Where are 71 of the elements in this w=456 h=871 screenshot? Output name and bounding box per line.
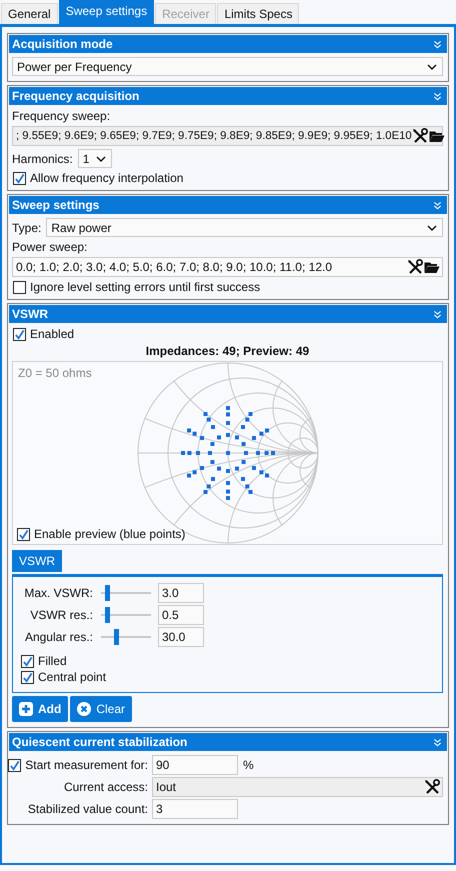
caret-icon <box>427 64 437 70</box>
tab[interactable]: VSWR <box>12 550 62 572</box>
folder-icon[interactable] <box>428 130 445 142</box>
section-title: Frequency acquisition <box>12 89 140 103</box>
tools-icon[interactable] <box>424 779 440 795</box>
dropdown[interactable]: 1 <box>78 149 112 168</box>
input-field[interactable]: 0.0; 1.0; 2.0; 3.0; 4.0; 5.0; 6.0; 7.0; 8.0; 9.0; 10.0; 11.0; 12.0 <box>12 257 443 277</box>
section-header[interactable]: VSWR <box>9 305 447 323</box>
dropdown[interactable]: Power per Frequency <box>12 57 443 76</box>
checkbox-label: Enable preview (blue points) <box>34 527 186 541</box>
section-header[interactable]: Sweep settings <box>9 196 447 214</box>
checkbox-label: Filled <box>38 654 67 668</box>
field-label: Start measurement for: <box>25 758 148 772</box>
collapse-icon[interactable] <box>433 92 442 100</box>
checkbox[interactable] <box>21 654 34 668</box>
field-label: Type: <box>12 220 42 234</box>
clear-button[interactable]: Clear <box>70 696 132 722</box>
unit-label: % <box>243 758 254 772</box>
checkbox[interactable] <box>13 280 26 294</box>
field-label: Current access: <box>64 780 148 794</box>
add-button[interactable]: Add <box>12 696 68 722</box>
checkbox[interactable] <box>8 758 22 772</box>
input-field[interactable]: 0.5 <box>158 605 204 625</box>
checkbox-label: Allow frequency interpolation <box>30 171 184 185</box>
impedance-summary: Impedances: 49; Preview: 49 <box>146 344 310 358</box>
section-header[interactable]: Acquisition mode <box>9 35 447 53</box>
input-field[interactable]: 3.0 <box>158 583 204 603</box>
slider-label: VSWR res.: <box>29 608 94 622</box>
folder-icon[interactable] <box>424 260 440 274</box>
collapse-icon[interactable] <box>433 310 442 318</box>
section-title: VSWR <box>12 307 48 321</box>
field-label: Stabilized value count: <box>28 802 148 816</box>
caret-icon <box>427 224 437 230</box>
collapse-icon[interactable] <box>433 40 442 48</box>
checkbox-label: Enabled <box>30 327 74 341</box>
checkbox-label: Ignore level setting errors until first success <box>30 280 260 294</box>
section-header[interactable]: Frequency acquisition <box>9 87 447 105</box>
collapse-icon[interactable] <box>433 738 442 746</box>
tools-icon[interactable] <box>412 128 428 144</box>
section-title: Quiescent current stabilization <box>12 735 188 749</box>
checkbox[interactable] <box>13 172 26 184</box>
field-label: Frequency sweep: <box>12 109 112 123</box>
chart-note: Z0 = 50 ohms <box>18 366 92 380</box>
field-label: Power sweep: <box>12 240 88 254</box>
caret-icon <box>96 156 106 162</box>
slider-thumb[interactable] <box>105 585 110 601</box>
plus-icon <box>19 702 33 716</box>
checkbox[interactable] <box>17 528 30 540</box>
input-field[interactable]: 30.0 <box>158 627 204 647</box>
input-field[interactable]: Iout <box>152 777 443 797</box>
slider-label: Angular res.: <box>24 630 94 644</box>
dropdown[interactable]: Raw power <box>46 218 443 237</box>
input-field[interactable]: 90 <box>152 755 238 775</box>
tab[interactable]: General <box>1 3 58 24</box>
input-field[interactable]: ; 9.55E9; 9.6E9; 9.65E9; 9.7E9; 9.75E9; 9.8E9; 9.85E9; 9.9E9; 9.95E9; 1.0E10 <box>12 126 443 146</box>
slider-thumb[interactable] <box>105 607 110 623</box>
field-label: Harmonics: <box>12 152 73 166</box>
section-title: Sweep settings <box>12 198 100 212</box>
tools-icon[interactable] <box>407 259 423 275</box>
collapse-icon[interactable] <box>433 200 442 210</box>
clear-icon <box>77 702 92 716</box>
tab[interactable]: Sweep settings <box>58 0 154 24</box>
checkbox[interactable] <box>21 670 34 684</box>
tab[interactable]: Limits Specs <box>217 3 300 24</box>
slider-label: Max. VSWR: <box>23 586 94 600</box>
checkbox[interactable] <box>13 328 26 340</box>
section-title: Acquisition mode <box>12 37 113 51</box>
checkbox-label: Central point <box>38 670 106 684</box>
section-header[interactable]: Quiescent current stabilization <box>9 733 447 751</box>
slider-thumb[interactable] <box>114 629 120 645</box>
input-field[interactable]: 3 <box>152 799 238 819</box>
